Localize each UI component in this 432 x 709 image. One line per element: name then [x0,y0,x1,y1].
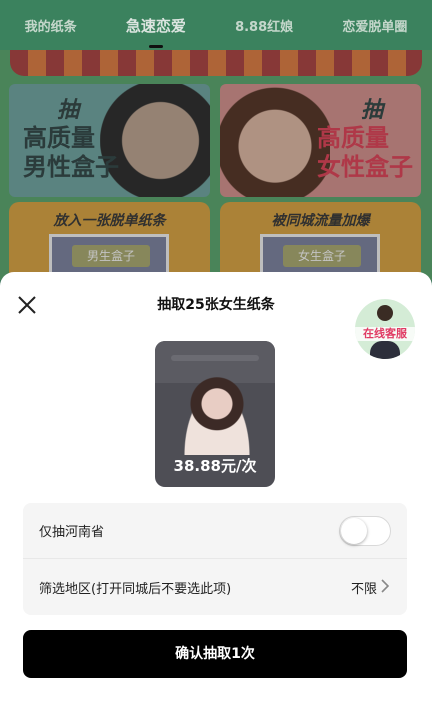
customer-service-button[interactable]: 在线客服 [355,299,415,359]
region-filter-value: 不限 [350,581,377,597]
product-card: 38.88元/次 [155,341,275,487]
customer-service-label: 在线客服 [355,327,415,341]
chevron-right-icon [381,579,390,593]
draw-notes-sheet: 抽取25张女生纸条 在线客服 38.88元/次 仅抽河南省 筛选地区(打开同城后… [0,272,432,709]
product-photo [177,375,257,455]
avatar-head [377,305,393,321]
product-price: 38.88元/次 [173,457,257,475]
province-only-label: 仅抽河南省 [39,525,105,540]
options-panel: 仅抽河南省 筛选地区(打开同城后不要选此项) 不限 [23,503,407,615]
province-only-row: 仅抽河南省 [23,503,407,559]
avatar-body [370,341,400,359]
region-filter-row[interactable]: 筛选地区(打开同城后不要选此项) 不限 [23,559,407,615]
toggle-knob [341,518,367,544]
region-filter-label: 筛选地区(打开同城后不要选此项) [39,581,232,597]
province-only-toggle[interactable] [339,516,391,546]
confirm-draw-button[interactable]: 确认抽取1次 [23,630,407,678]
